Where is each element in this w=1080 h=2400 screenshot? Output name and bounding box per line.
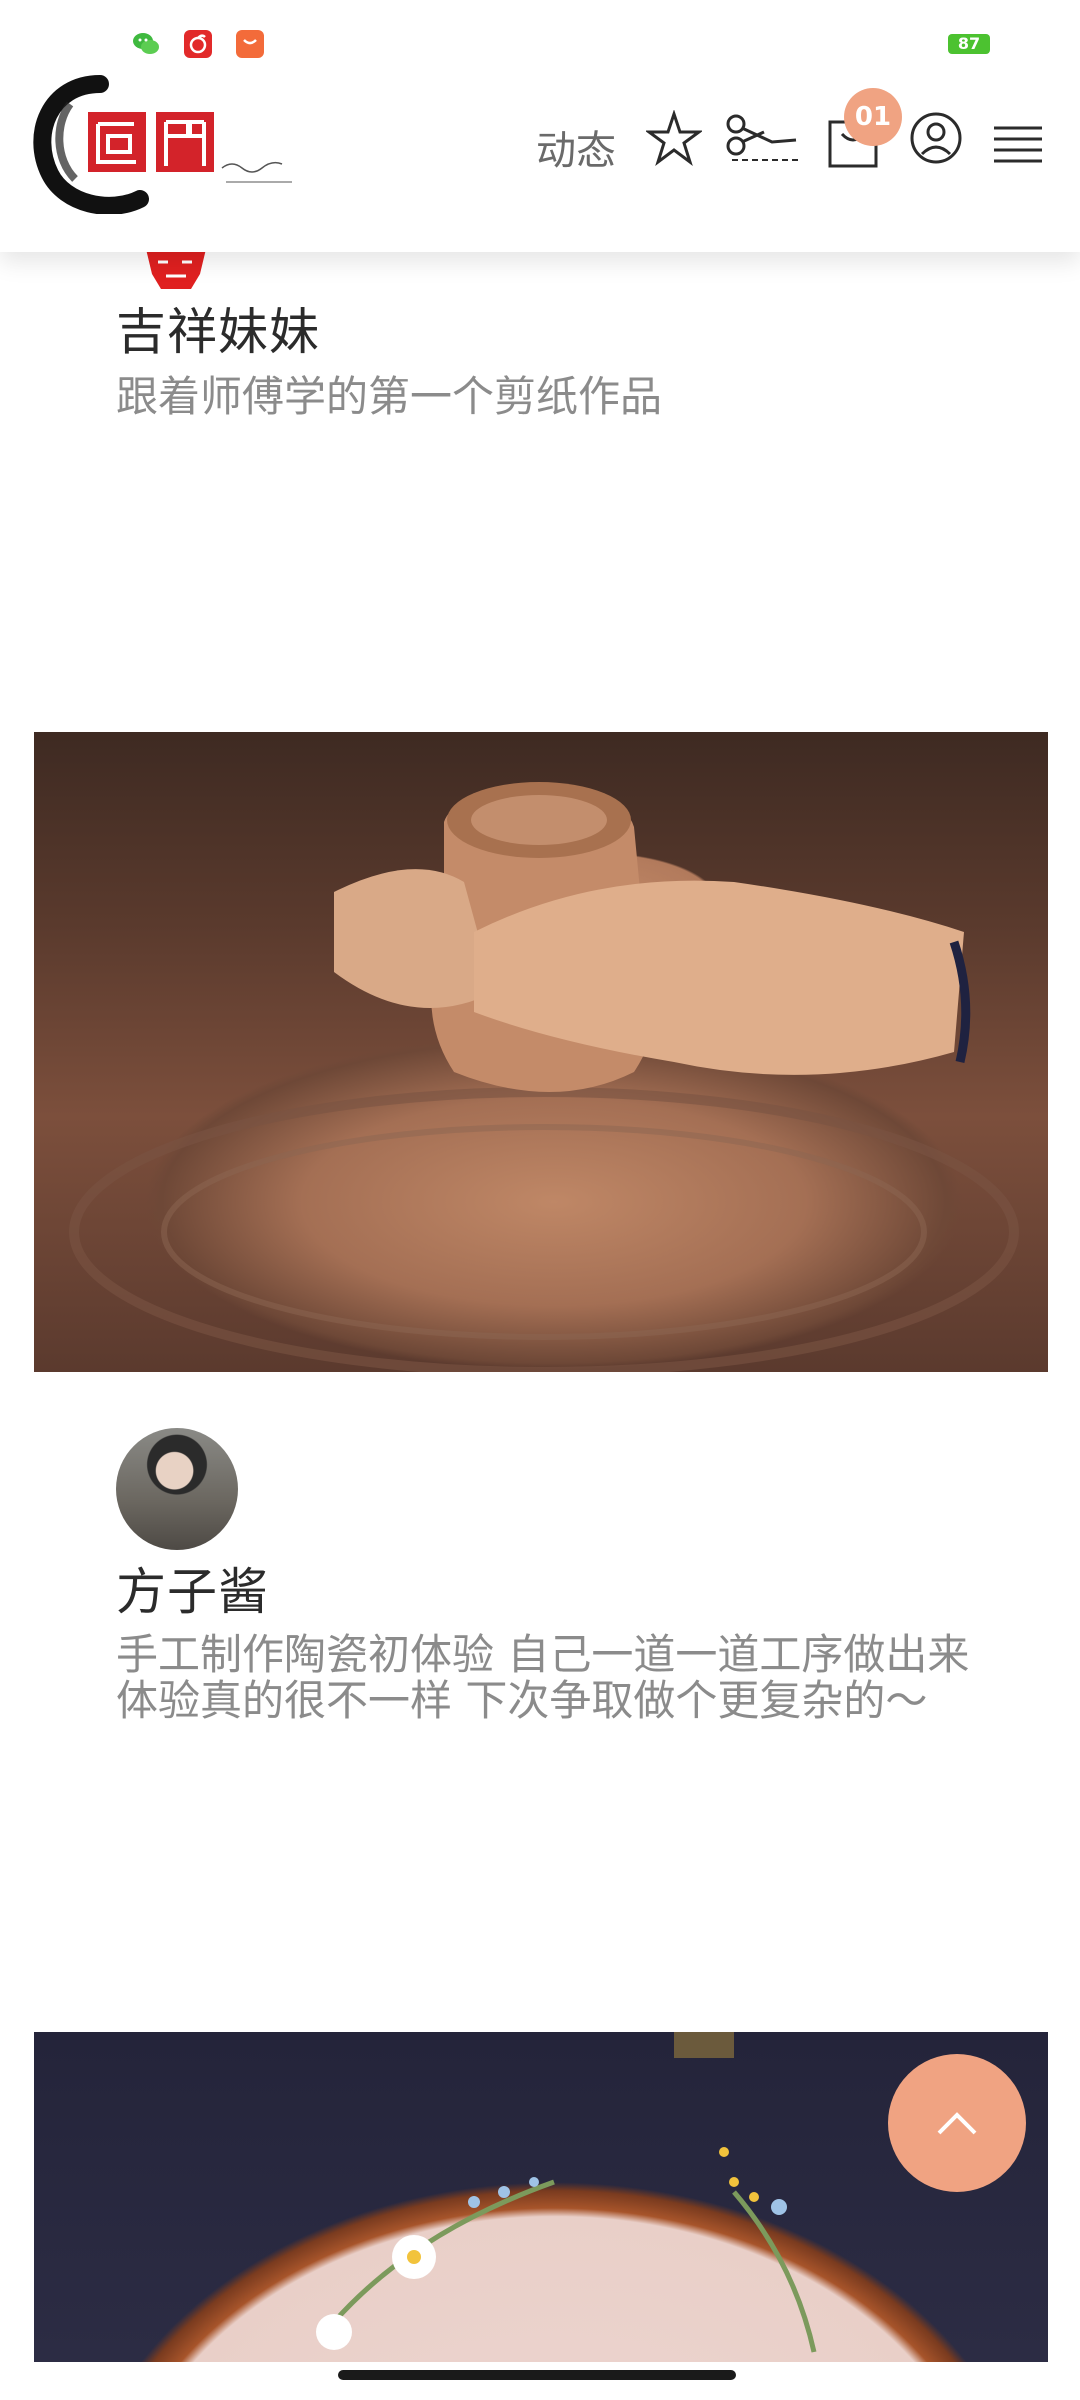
scissors-icon[interactable] (724, 110, 800, 166)
post-author-name[interactable]: 方子酱 (116, 1552, 269, 1624)
post-caption-line-2: 体验真的很不一样 下次争取做个更复杂的～ (116, 1676, 928, 1725)
shopping-bag-icon (236, 30, 264, 58)
status-bar: 87 (0, 0, 1080, 80)
embroidery-photo-art (316, 2032, 817, 2353)
jiangmen-logo-icon[interactable] (30, 64, 300, 214)
avatar[interactable] (116, 1428, 238, 1550)
post-caption: 跟着师傅学的第一个剪纸作品 (116, 372, 663, 421)
back-to-top-button[interactable] (888, 2054, 1026, 2192)
pottery-photo-art (69, 782, 1019, 1372)
post-author-name[interactable]: 吉祥妹妹 (116, 292, 320, 364)
netease-music-icon (184, 30, 212, 58)
star-icon[interactable] (646, 110, 702, 166)
chevron-up-icon (937, 2112, 977, 2135)
post-caption-line-1: 手工制作陶瓷初体验 自己一道一道工序做出来 (116, 1630, 970, 1679)
battery-indicator: 87 (948, 34, 990, 54)
cart-count-badge: 01 (844, 88, 902, 146)
wechat-icon (133, 33, 159, 54)
pottery-wheel-photo[interactable] (34, 732, 1048, 1372)
home-indicator[interactable] (338, 2370, 736, 2380)
embroidery-hoop-photo[interactable] (34, 2032, 1048, 2362)
nav-dynamic-link[interactable]: 动态 (536, 118, 616, 176)
menu-icon[interactable] (992, 124, 1044, 164)
user-icon[interactable] (908, 110, 964, 166)
